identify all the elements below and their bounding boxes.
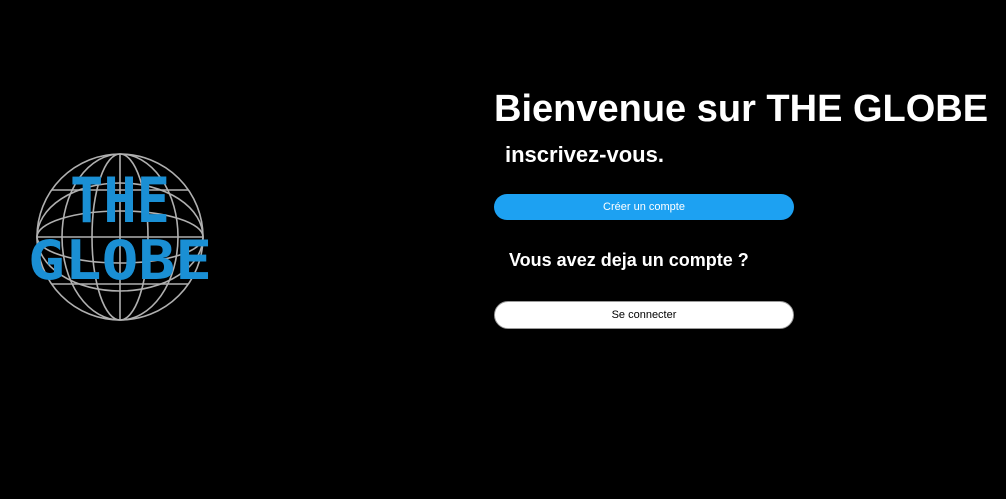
create-account-button[interactable]: Créer un compte bbox=[494, 194, 794, 220]
existing-account-question: Vous avez deja un compte ? bbox=[509, 250, 749, 270]
the-globe-logo: THE GLOBE bbox=[22, 150, 222, 325]
signup-subtitle: inscrivez-vous. bbox=[505, 142, 664, 167]
landing-page: THE GLOBE Bienvenue sur THE GLOBE inscri… bbox=[0, 0, 1006, 499]
logo-line1: THE bbox=[70, 164, 170, 237]
welcome-panel: Bienvenue sur THE GLOBE inscrivez-vous. … bbox=[494, 0, 994, 499]
logo-line2: GLOBE bbox=[28, 229, 212, 292]
globe-logo-icon: THE GLOBE bbox=[28, 153, 212, 321]
page-title: Bienvenue sur THE GLOBE bbox=[494, 88, 989, 130]
login-button[interactable]: Se connecter bbox=[494, 301, 794, 329]
